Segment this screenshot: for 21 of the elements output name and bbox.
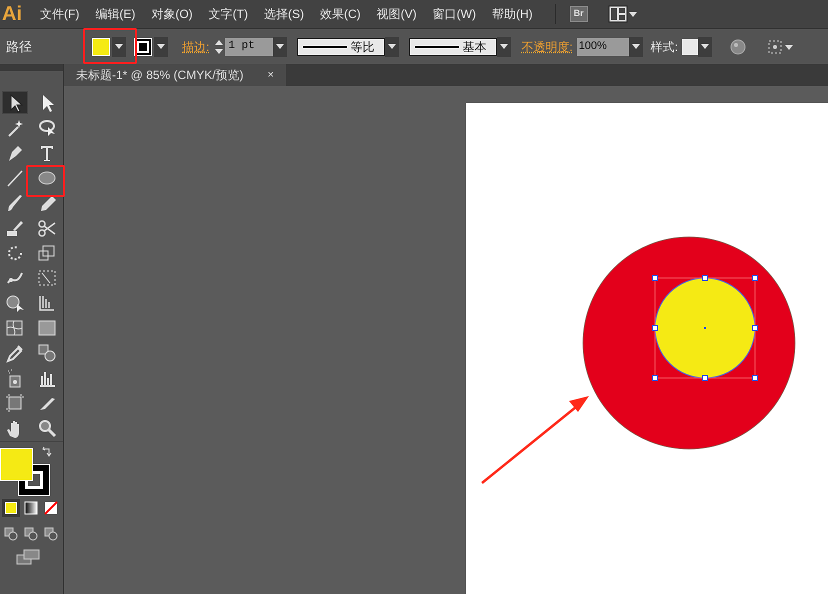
close-button[interactable]: × — [268, 66, 274, 84]
profile-dropdown[interactable]: 等比 — [297, 38, 386, 56]
menu-item[interactable]: 文件(F) — [40, 5, 80, 23]
document-tab[interactable]: 未标题-1* @ 85% (CMYK/预览) × — [64, 64, 286, 86]
menu-item[interactable]: 对象(O) — [151, 5, 193, 23]
menu-item[interactable]: 窗口(W) — [432, 5, 476, 23]
style-label: 样式: — [650, 38, 678, 56]
menu-item[interactable]: 效果(C) — [320, 5, 361, 23]
menu-item[interactable]: 编辑(E) — [95, 5, 136, 23]
bridge-button[interactable]: Br — [570, 6, 588, 22]
brush-dropdown[interactable]: 基本 — [409, 38, 498, 56]
stroke-label[interactable]: 描边: — [182, 38, 210, 56]
stroke-weight-field[interactable]: 1 pt — [225, 38, 274, 56]
menu-item[interactable]: 视图(V) — [376, 5, 417, 23]
menu-item[interactable]: 帮助(H) — [492, 5, 533, 23]
opacity-label[interactable]: 不透明度: — [521, 38, 573, 56]
object-type-label: 路径 — [6, 38, 32, 56]
app-logo: Ai — [2, 2, 22, 27]
menu-item[interactable]: 文字(T) — [208, 5, 248, 23]
menu-item[interactable]: 选择(S) — [264, 5, 304, 23]
opacity-field[interactable]: 100% — [576, 38, 629, 56]
